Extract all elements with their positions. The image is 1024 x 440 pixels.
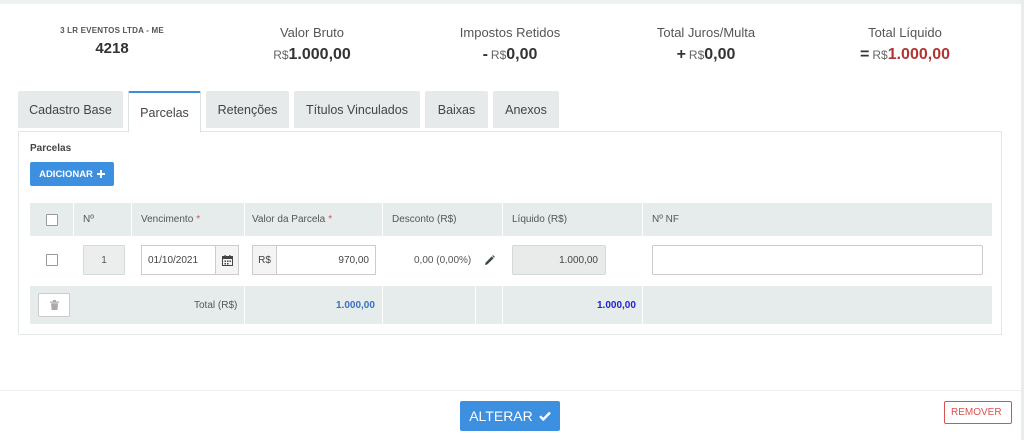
- row-desconto-cell: 0,00 (0,00%): [414, 236, 471, 284]
- valor-bruto-label: Valor Bruto: [279, 25, 345, 40]
- liquido-value: = R$1.000,00: [840, 46, 970, 64]
- check-icon: [538, 411, 551, 421]
- vencimento-input[interactable]: 01/10/2021: [141, 245, 215, 275]
- valor-bruto-amount: 1.000,00: [288, 46, 351, 63]
- row-valor-cell: R$ 970,00: [252, 236, 376, 284]
- company-name: 3 LR EVENTOS LTDA - ME: [60, 26, 164, 35]
- column-divider: [502, 286, 503, 324]
- row-nf-cell: [652, 236, 983, 284]
- liquido-value: 1.000,00: [512, 245, 606, 275]
- juros-label: Total Juros/Multa: [656, 25, 756, 40]
- add-parcela-button[interactable]: ADICIONAR: [30, 162, 114, 186]
- pencil-icon[interactable]: [484, 254, 495, 266]
- valor-parcela-input[interactable]: 970,00: [276, 245, 376, 275]
- equals-operator: =: [860, 46, 870, 63]
- tab-cadastro-base[interactable]: Cadastro Base: [18, 91, 123, 128]
- total-label: Total (R$): [194, 299, 238, 311]
- alterar-button[interactable]: ALTERAR: [460, 401, 560, 431]
- valor-currency-addon: R$: [252, 245, 276, 275]
- tab-retencoes[interactable]: Retenções: [206, 91, 289, 128]
- row-checkbox[interactable]: [46, 254, 58, 266]
- required-marker: *: [328, 214, 333, 225]
- liquido-label: Total Líquido: [868, 25, 942, 40]
- remover-button[interactable]: REMOVER: [944, 401, 1012, 424]
- currency-symbol: R$: [273, 48, 289, 62]
- currency-symbol: R$: [872, 48, 888, 62]
- plus-icon: [96, 170, 105, 178]
- trash-icon: [49, 300, 59, 310]
- plus-operator: +: [676, 46, 686, 63]
- panel-title: Parcelas: [30, 143, 72, 154]
- company-code: 4218: [95, 40, 129, 57]
- header-valor-label: Valor da Parcela: [252, 214, 326, 225]
- desconto-value: 0,00 (0,00%): [414, 254, 472, 266]
- alterar-label: ALTERAR: [469, 408, 533, 424]
- column-divider: [382, 286, 383, 324]
- select-all-cell: [46, 203, 58, 236]
- column-divider: [475, 286, 476, 324]
- currency-symbol: R$: [688, 48, 705, 62]
- calendar-icon: [221, 254, 233, 266]
- summary-header: 3 LR EVENTOS LTDA - ME 4218 Valor Bruto …: [0, 18, 1024, 78]
- valor-bruto-summary: Valor Bruto R$1.000,00: [252, 25, 372, 64]
- liquido-summary: Total Líquido = R$1.000,00: [840, 25, 970, 64]
- total-valor: 1.000,00: [336, 299, 375, 311]
- header-liquido: Líquido (R$): [512, 214, 568, 225]
- impostos-amount: 0,00: [506, 46, 538, 63]
- nf-input[interactable]: [652, 245, 983, 275]
- column-divider: [642, 286, 643, 324]
- column-divider: [382, 203, 383, 236]
- tab-baixas[interactable]: Baixas: [425, 91, 488, 128]
- tab-parcelas[interactable]: Parcelas: [128, 91, 201, 133]
- juros-amount: 0,00: [704, 46, 736, 63]
- calendar-button[interactable]: [215, 245, 239, 275]
- impostos-value: - R$0,00: [440, 46, 580, 64]
- header-num: Nº: [83, 214, 94, 225]
- header-desconto: Desconto (R$): [392, 214, 457, 225]
- row-vencimento-cell: 01/10/2021: [141, 236, 239, 284]
- table-total-row: Total (R$) 1.000,00 1.000,00: [30, 286, 992, 324]
- required-marker: *: [196, 214, 201, 225]
- parcelas-table: Nº Vencimento * Valor da Parcela * Descont…: [30, 203, 992, 326]
- valor-bruto-value: R$1.000,00: [252, 46, 372, 64]
- minus-operator: -: [482, 46, 488, 63]
- total-liquido: 1.000,00: [597, 299, 636, 311]
- footer-divider: [0, 390, 1021, 391]
- table-row: 1 01/10/2021 R$ 970,00 0,00 (0,00%) 1.00…: [30, 236, 992, 284]
- header-vencimento-label: Vencimento: [141, 214, 194, 225]
- impostos-summary: Impostos Retidos - R$0,00: [440, 25, 580, 64]
- top-bar: [0, 0, 1024, 4]
- row-index: 1: [83, 245, 125, 275]
- tab-anexos[interactable]: Anexos: [493, 91, 559, 128]
- column-divider: [502, 203, 503, 236]
- currency-symbol: R$: [490, 48, 507, 62]
- delete-cell: [38, 286, 70, 324]
- row-liquido-cell: 1.000,00: [512, 236, 606, 284]
- column-divider: [131, 203, 132, 236]
- add-button-label: ADICIONAR: [39, 168, 93, 180]
- remover-label: REMOVER: [951, 407, 1002, 418]
- row-select-cell: [46, 236, 58, 284]
- row-desconto-edit-cell: [484, 236, 495, 284]
- header-vencimento: Vencimento *: [141, 203, 200, 236]
- row-index-cell: 1: [83, 236, 125, 284]
- impostos-label: Impostos Retidos: [459, 25, 561, 40]
- liquido-amount: 1.000,00: [887, 46, 950, 63]
- column-divider: [73, 203, 74, 236]
- header-nf: Nº NF: [652, 214, 679, 225]
- delete-selected-button[interactable]: [38, 293, 70, 317]
- column-divider: [642, 203, 643, 236]
- table-header-row: Nº Vencimento * Valor da Parcela * Descont…: [30, 203, 992, 236]
- header-valor: Valor da Parcela *: [252, 203, 332, 236]
- juros-summary: Total Juros/Multa + R$0,00: [636, 25, 776, 64]
- column-divider: [244, 286, 245, 324]
- parcelas-panel: Parcelas ADICIONAR Nº Vencimento * Valor …: [18, 131, 1002, 335]
- juros-value: + R$0,00: [636, 46, 776, 64]
- tab-titulos-vinculados[interactable]: Títulos Vinculados: [294, 91, 420, 128]
- select-all-checkbox[interactable]: [46, 213, 58, 226]
- company-summary: 3 LR EVENTOS LTDA - ME 4218: [52, 26, 172, 57]
- column-divider: [244, 203, 245, 236]
